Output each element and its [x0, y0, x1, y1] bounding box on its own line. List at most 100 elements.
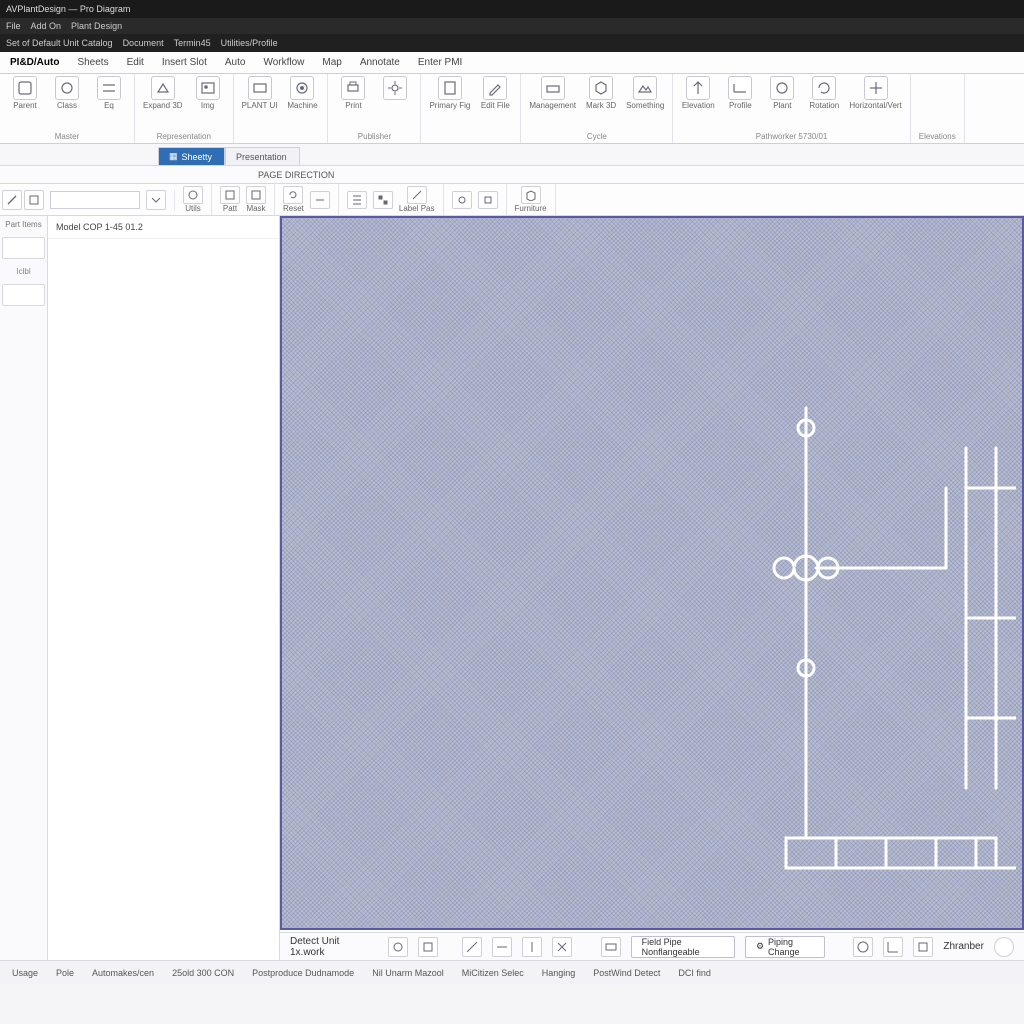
menu-util[interactable]: Utilities/Profile: [221, 38, 278, 48]
tool-m1[interactable]: [452, 191, 472, 209]
tab-pid[interactable]: PI&D/Auto: [8, 55, 61, 70]
subtab-label: Presentation: [236, 152, 287, 162]
qa-btn-1[interactable]: [2, 190, 22, 210]
side-btn-1[interactable]: [2, 237, 45, 259]
menu-file[interactable]: File: [6, 21, 21, 31]
rbtn-plantui[interactable]: PLANT UI: [242, 76, 278, 110]
tab-enterpmi[interactable]: Enter PMI: [416, 55, 464, 70]
tool-util[interactable]: Utils: [183, 186, 203, 213]
rbtn-plant[interactable]: Plant: [765, 76, 799, 110]
tool-labelpas[interactable]: Label Pas: [399, 186, 435, 213]
footer-piping-btn[interactable]: ⚙ Piping Change: [745, 936, 825, 958]
group-label: Master: [8, 132, 126, 143]
footer-ic-8[interactable]: [853, 937, 873, 957]
ribbon: Parent Class Eq Master Expand 3D Img Rep…: [0, 74, 1024, 144]
rbtn-print[interactable]: Print: [336, 76, 370, 110]
rbtn-management[interactable]: Management: [529, 76, 576, 110]
toolgrp-utils: Utils: [175, 184, 212, 215]
tool-furn[interactable]: Furniture: [515, 186, 547, 213]
tree-root[interactable]: Model COP 1-45 01.2: [48, 216, 279, 239]
app-title: AVPlantDesign — Pro Diagram: [6, 4, 130, 14]
tool-m2[interactable]: [478, 191, 498, 209]
status-con: 25old 300 CON: [172, 968, 234, 978]
rbtn-gear[interactable]: [378, 76, 412, 110]
footer-ic-4[interactable]: [492, 937, 512, 957]
tab-annotate[interactable]: Annotate: [358, 55, 402, 70]
tree-panel[interactable]: Model COP 1-45 01.2: [48, 216, 280, 960]
menu-termin[interactable]: Termin45: [174, 38, 211, 48]
tool-a[interactable]: [347, 191, 367, 209]
footer-ic-3[interactable]: [462, 937, 482, 957]
footer-ic-7[interactable]: [601, 937, 621, 957]
subtab-sheet[interactable]: ▦ Sheetty: [158, 147, 225, 165]
tool-b[interactable]: [373, 191, 393, 209]
sub-tab-bar: ▦ Sheetty Presentation: [0, 144, 1024, 166]
rbtn-profile[interactable]: Profile: [723, 76, 757, 110]
tool-patt[interactable]: Patt: [220, 186, 240, 213]
footer-toggle[interactable]: [994, 937, 1014, 957]
rbtn-editfile[interactable]: Edit File: [478, 76, 512, 110]
group-label: Representation: [143, 132, 225, 143]
side-btn-2[interactable]: [2, 284, 45, 306]
rbtn-mark3d[interactable]: Mark 3D: [584, 76, 618, 110]
status-pole: Pole: [56, 968, 74, 978]
workspace: Part Items Iclbl Model COP 1-45 01.2: [0, 216, 1024, 960]
rbtn-expand3d[interactable]: Expand 3D: [143, 76, 183, 110]
schematic-drawing: [716, 368, 1016, 928]
tab-map[interactable]: Map: [320, 55, 343, 70]
rbtn-rotation[interactable]: Rotation: [807, 76, 841, 110]
footer-ic-5[interactable]: [522, 937, 542, 957]
sheet-icon: ▦: [169, 151, 178, 162]
footer-ic-6[interactable]: [552, 937, 572, 957]
rbtn-img[interactable]: Img: [191, 76, 225, 110]
canvas-area: Detect Unit 1x.work Field Pipe Nonflange…: [280, 216, 1024, 960]
rbtn-eq[interactable]: Eq: [92, 76, 126, 110]
rbtn-elevation[interactable]: Elevation: [681, 76, 715, 110]
rbtn-primaryfig[interactable]: Primary Fig: [429, 76, 470, 110]
tool-reset2[interactable]: [310, 191, 330, 209]
menu-document[interactable]: Document: [123, 38, 164, 48]
status-micit: MiCitizen Selec: [462, 968, 524, 978]
ribbon-group-primary: Primary Fig Edit File: [421, 74, 521, 143]
toolgrp-label: Label Pas: [339, 184, 444, 215]
qa-btn-2[interactable]: [24, 190, 44, 210]
footer-ic-9[interactable]: [883, 937, 903, 957]
rbtn-machine[interactable]: Machine: [285, 76, 319, 110]
tab-insert[interactable]: Insert Slot: [160, 55, 209, 70]
tab-auto[interactable]: Auto: [223, 55, 248, 70]
status-bar: Usage Pole Automakes/cen 25old 300 CON P…: [0, 960, 1024, 984]
menu-catalog[interactable]: Set of Default Unit Catalog: [6, 38, 113, 48]
footer-pipe-btn[interactable]: Field Pipe Nonflangeable: [631, 936, 735, 958]
drawing-canvas[interactable]: [280, 216, 1024, 930]
ribbon-group-master: Parent Class Eq Master: [0, 74, 135, 143]
tab-sheets[interactable]: Sheets: [75, 55, 110, 70]
side-panel: Part Items Iclbl: [0, 216, 48, 960]
rbtn-hv[interactable]: Horizontal/Vert: [849, 76, 901, 110]
rbtn-something[interactable]: Something: [626, 76, 664, 110]
tool-reset[interactable]: Reset: [283, 186, 304, 213]
group-label: Elevations: [919, 132, 956, 143]
secondary-menu: Set of Default Unit Catalog Document Ter…: [0, 34, 1024, 52]
gear-icon: ⚙: [756, 941, 764, 952]
tool-mask[interactable]: Mask: [246, 186, 266, 213]
toolgrp-misc: [444, 184, 507, 215]
qa-dropdown[interactable]: [146, 190, 166, 210]
footer-ic-2[interactable]: [418, 937, 438, 957]
rbtn-parent[interactable]: Parent: [8, 76, 42, 110]
footer-ic-1[interactable]: [388, 937, 408, 957]
status-auto: Automakes/cen: [92, 968, 154, 978]
tab-workflow[interactable]: Workflow: [261, 55, 306, 70]
status-hang: Hanging: [542, 968, 576, 978]
subtab-label: Sheetty: [182, 152, 213, 162]
footer-filename: Detect Unit 1x.work: [290, 936, 361, 958]
ribbon-group-representation: Expand 3D Img Representation: [135, 74, 234, 143]
footer-ic-10[interactable]: [913, 937, 933, 957]
menu-addon[interactable]: Add On: [31, 21, 62, 31]
qa-combo[interactable]: [50, 191, 140, 209]
tab-edit[interactable]: Edit: [125, 55, 146, 70]
rbtn-class[interactable]: Class: [50, 76, 84, 110]
subtab-presentation[interactable]: Presentation: [225, 147, 300, 165]
page-direction-label: PAGE DIRECTION: [0, 166, 1024, 184]
app-menu: File Add On Plant Design: [0, 18, 1024, 34]
menu-plant[interactable]: Plant Design: [71, 21, 122, 31]
